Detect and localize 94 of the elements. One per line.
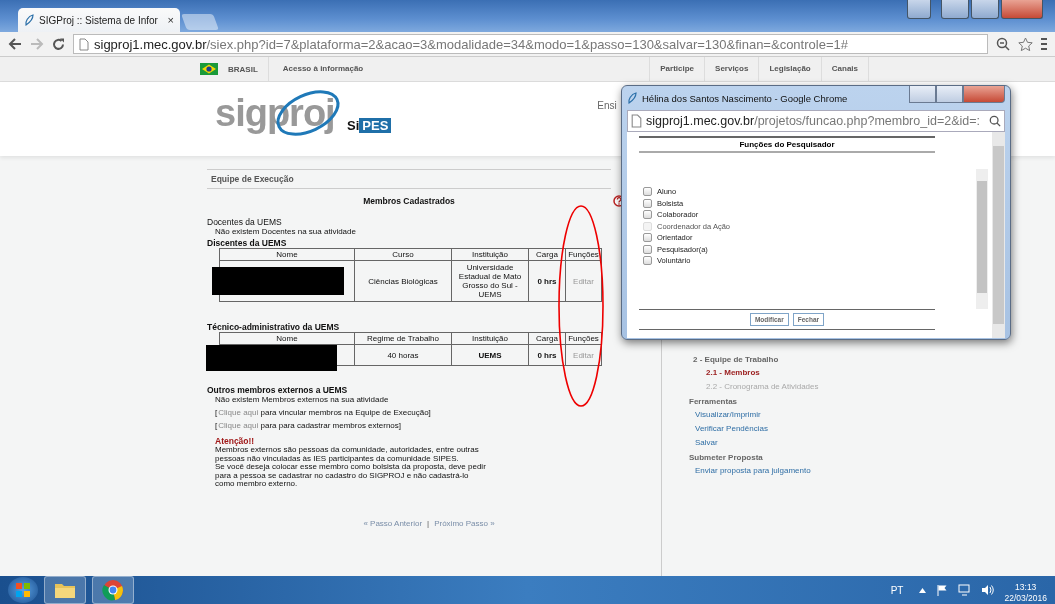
separator-text: | [427, 518, 430, 528]
access-link[interactable]: Acesso à informação [267, 57, 364, 81]
close-button[interactable] [963, 86, 1005, 103]
table-cell: Ciências Biológicas [354, 260, 452, 302]
table-cell: Universidade Estadual de Mato Grosso do Sul - UEMS [451, 260, 529, 302]
table-cell: 40 horas [354, 344, 452, 366]
sidebar-link[interactable]: Salvar [689, 438, 718, 447]
checkbox[interactable] [643, 256, 652, 265]
sidebar-link[interactable]: Visualizar/Imprimir [689, 410, 761, 419]
scrollbar[interactable] [992, 132, 1005, 338]
maximize-button[interactable] [936, 86, 963, 103]
reload-icon[interactable] [52, 37, 65, 51]
browser-tab[interactable]: SIGProj :: Sistema de Infor × [18, 8, 180, 32]
column-header: Funções [565, 332, 602, 345]
scrollbar[interactable] [976, 169, 988, 309]
zoom-icon[interactable] [996, 37, 1010, 51]
previous-step-link[interactable]: « Passo Anterior [363, 518, 423, 528]
back-icon[interactable] [8, 38, 22, 50]
address-field[interactable]: sigproj1.mec.gov.br/siex.php?id=7&plataforma=2&acao=3&modalidade=34&modo=1&passo=130&salvar=130&finan=&controle=1# [73, 34, 988, 54]
column-header: Carga [528, 332, 566, 345]
link-description: para para cadastrar membros externos] [260, 421, 401, 430]
group-heading: Técnico-administrativo da UEMS [207, 322, 341, 332]
step-heading[interactable]: 2 - Equipe de Trabalho [689, 355, 779, 364]
table-cell: 0 hrs [528, 344, 566, 366]
checkbox[interactable] [643, 210, 652, 219]
bracket-text: [ [215, 421, 218, 430]
sidebar-link[interactable]: Verificar Pendências [689, 424, 768, 433]
sublogo: Si PES [347, 118, 392, 133]
link-description: para vincular membros na Equipe de Execução] [260, 408, 431, 417]
column-header: Nome [219, 332, 355, 345]
new-tab-button[interactable] [181, 14, 219, 30]
sidebar-link[interactable]: Enviar proposta para julgamento [689, 466, 811, 475]
group-heading: Discentes da UEMS [207, 238, 288, 248]
sidebar-heading: Ferramentas [689, 397, 738, 406]
menu-icon[interactable] [1041, 37, 1047, 51]
warning-paragraph: Membros externos são pessoas da comunidade, autoridades, entre outras pessoas não vinculadas às IES participantes da comunidade SIPES. Se você deseja colocar esse membro como bolsista da proposta, deve pedir para a pessoa se cadastrar no cadastro do SIGPROJ e não cadastrá-lo como membro externo. [214, 446, 487, 489]
next-step-link[interactable]: Próximo Passo » [434, 518, 495, 528]
warning-title: Atenção!! [214, 436, 256, 446]
column-header: Instituição [451, 332, 529, 345]
close-tab-button[interactable]: × [167, 14, 174, 26]
table-cell: 0 hrs [528, 260, 566, 302]
maximize-button[interactable] [971, 0, 999, 19]
checkbox[interactable] [643, 187, 652, 196]
checkbox[interactable] [643, 233, 652, 242]
page-icon [79, 37, 89, 51]
sidebar-item[interactable]: 2.1 - Membros [689, 368, 760, 377]
group-heading: Outros membros externos a UEMS [207, 385, 349, 395]
tab-title: SIGProj :: Sistema de Infor [39, 14, 159, 26]
window-title: Hélina dos Santos Nascimento - Google Chrome [642, 92, 848, 104]
language-indicator[interactable]: PT [890, 584, 904, 596]
column-header: Curso [354, 248, 452, 261]
column-header: Nome [219, 248, 355, 261]
address-field[interactable]: sigproj1.mec.gov.br/projetos/funcao.php?membro_id=2&id=: [627, 110, 1005, 132]
column-header: Regime de Trabalho [354, 332, 452, 345]
nav-link[interactable]: Participe [649, 57, 705, 81]
header-link[interactable]: Ensi [597, 100, 617, 111]
clock[interactable]: 13:13 22/03/2016 [1004, 582, 1047, 604]
table-cell: UEMS [451, 344, 529, 366]
column-header: Instituição [451, 248, 529, 261]
nav-link[interactable]: Legislação [758, 57, 821, 81]
nav-link[interactable]: Serviços [704, 57, 759, 81]
page-icon [631, 114, 642, 128]
flag-icon[interactable] [936, 584, 949, 596]
network-icon[interactable] [958, 584, 972, 596]
empty-message: Não existem Docentes na sua atividade [214, 227, 357, 236]
volume-icon[interactable] [981, 584, 995, 596]
empty-message: Não existem Membros externos na sua atividade [214, 395, 390, 404]
members-title: Membros Cadastrados [363, 196, 455, 206]
click-here-link[interactable]: Clique aqui [218, 421, 259, 430]
sidebar-heading: Submeter Proposta [689, 453, 763, 462]
browser-icon[interactable] [92, 576, 134, 604]
bracket-text: [ [215, 408, 218, 417]
start-button[interactable] [8, 577, 38, 603]
zoom-icon[interactable] [989, 115, 1001, 127]
swoosh-icon [627, 92, 638, 104]
column-header: Carga [528, 248, 566, 261]
user-button[interactable] [907, 0, 931, 19]
folder-icon[interactable] [44, 576, 86, 604]
close-button[interactable] [1001, 0, 1043, 19]
nav-link[interactable]: Canais [820, 57, 869, 81]
minimize-button[interactable] [909, 86, 936, 103]
click-here-link[interactable]: Clique aqui [218, 408, 259, 417]
flag-icon [200, 63, 218, 75]
swoosh-icon [24, 14, 35, 26]
group-heading: Docentes da UEMS [207, 217, 283, 227]
column-header: Funções [565, 248, 602, 261]
star-icon[interactable] [1018, 37, 1033, 51]
section-title: Equipe de Execução [207, 169, 611, 189]
checkbox[interactable] [643, 198, 652, 208]
country-label: BRASIL [228, 64, 258, 74]
checkbox[interactable] [643, 244, 652, 254]
tray-arrow-icon[interactable] [919, 587, 927, 593]
minimize-button[interactable] [941, 0, 969, 19]
dialog-heading: Funções do Pesquisador [639, 136, 935, 153]
